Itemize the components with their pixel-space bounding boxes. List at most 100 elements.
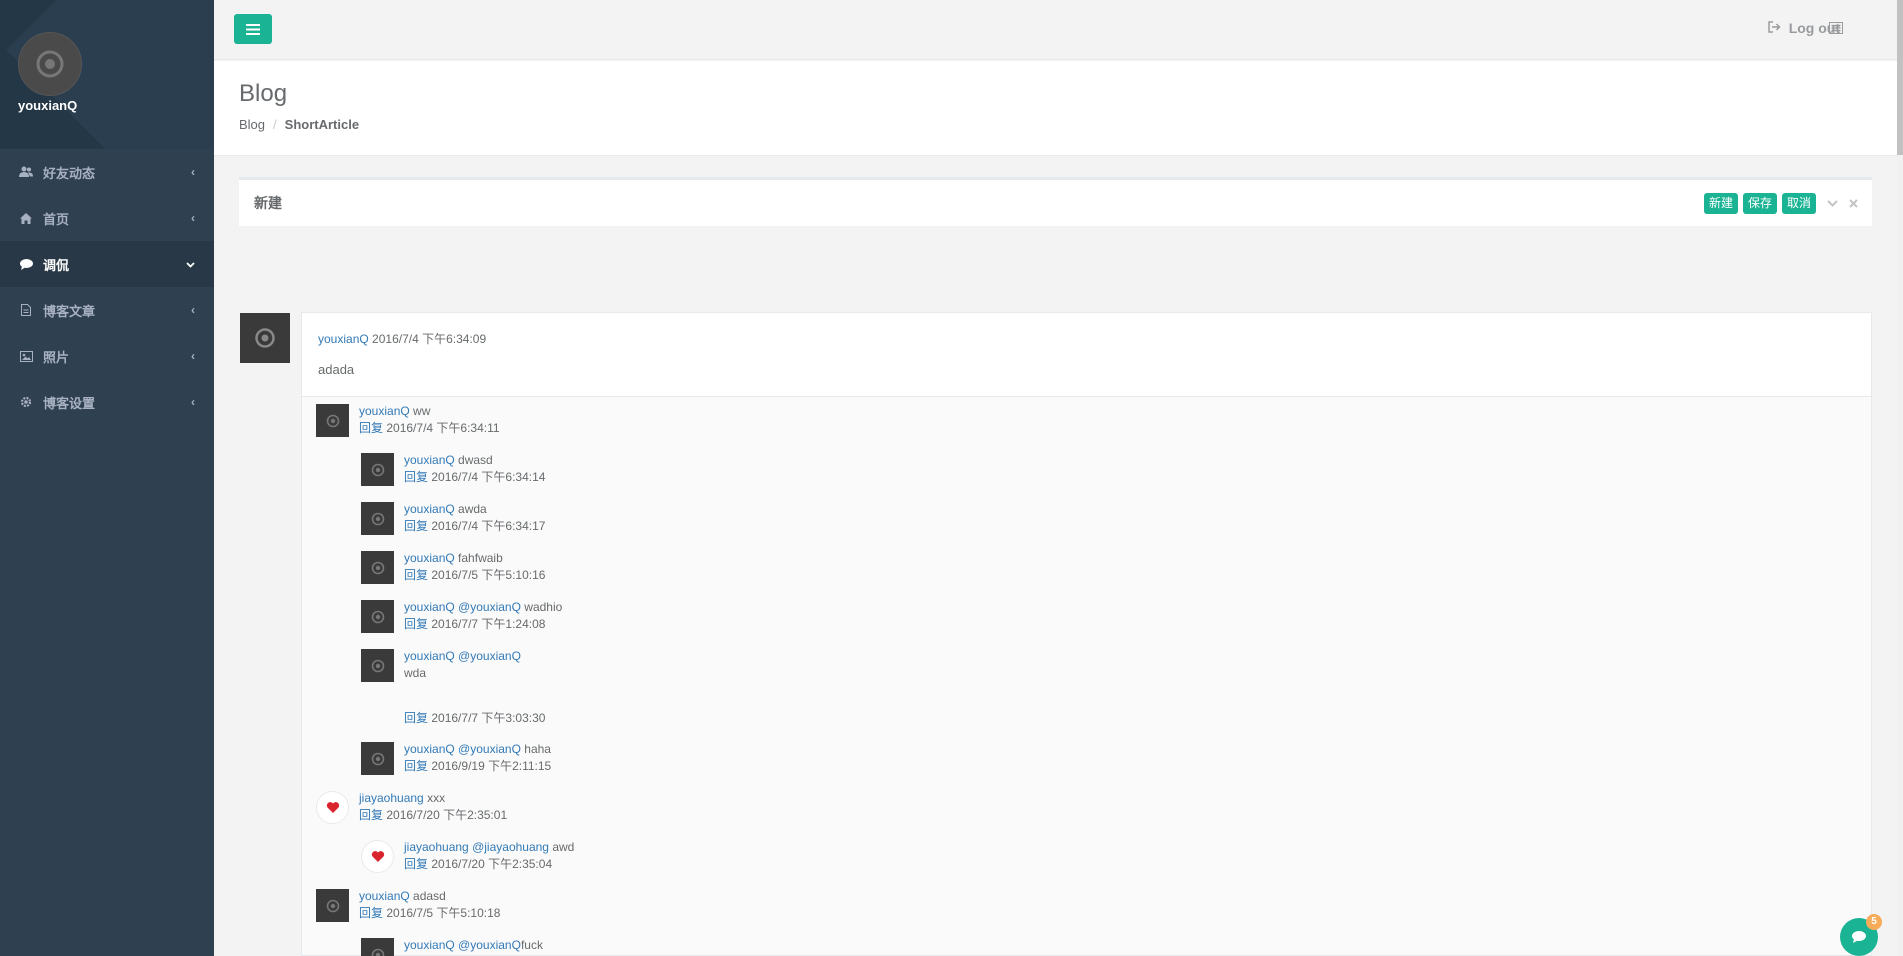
comment-item: jiayaohuang @jiayaohuang awd 回复 2016/7/20… — [404, 839, 574, 873]
comment-date: 2016/7/20 下午2:35:04 — [431, 857, 553, 871]
comment-text: adasd — [413, 889, 446, 903]
comments-icon — [1852, 931, 1866, 943]
comment-item: youxianQ adasd 回复 2016/7/5 下午5:10:18 — [359, 888, 500, 922]
chat-badge: 5 — [1866, 914, 1882, 930]
mention-link[interactable]: @youxianQ — [458, 742, 521, 756]
comment-avatar[interactable] — [316, 404, 349, 437]
chrome-icon — [255, 328, 275, 348]
panel-tools: 新建 保存 取消 — [1703, 193, 1858, 214]
reply-link[interactable]: 回复 — [359, 808, 383, 822]
comment-text: fuck — [520, 938, 543, 952]
heart-icon — [371, 851, 384, 862]
sidebar-item-photos[interactable]: 照片 ‹ — [0, 333, 214, 379]
comment-author-link[interactable]: youxianQ — [404, 600, 455, 614]
comment-author-link[interactable]: youxianQ — [359, 404, 410, 418]
comment-date: 2016/7/20 下午2:35:01 — [386, 808, 508, 822]
comment-author-link[interactable]: youxianQ — [404, 551, 455, 565]
sidebar-item-label: 首页 — [43, 211, 70, 227]
reply-link[interactable]: 回复 — [404, 857, 428, 871]
chrome-icon — [371, 463, 384, 476]
sidebar-item-settings[interactable]: 博客设置 ‹ — [0, 379, 214, 425]
new-post-panel: 新建 新建 保存 取消 — [239, 177, 1872, 226]
breadcrumb-separator: / — [273, 117, 277, 132]
mention-link[interactable]: @youxianQ — [458, 600, 521, 614]
comment-text: wda — [404, 666, 427, 680]
chevron-left-icon: ‹ — [191, 349, 195, 363]
comment-avatar[interactable] — [361, 742, 394, 775]
tasks-icon[interactable] — [1829, 22, 1843, 37]
comment-date: 2016/7/4 下午6:34:14 — [431, 470, 546, 484]
chevron-down-icon[interactable] — [1827, 200, 1838, 207]
mention-link[interactable]: @youxianQ — [458, 938, 521, 952]
post-avatar[interactable] — [240, 313, 290, 363]
comment-item: youxianQ dwasd 回复 2016/7/4 下午6:34:14 — [404, 452, 545, 486]
close-icon[interactable] — [1849, 199, 1858, 208]
comment-item: jiayaohuang xxx 回复 2016/7/20 下午2:35:01 — [359, 790, 507, 824]
comment-author-link[interactable]: youxianQ — [404, 502, 455, 516]
mention-link[interactable]: @jiayaohuang — [472, 840, 549, 854]
comment-avatar[interactable] — [361, 453, 394, 486]
comment-avatar[interactable] — [361, 502, 394, 535]
comment-text: ww — [413, 404, 431, 418]
comment-avatar[interactable] — [361, 840, 394, 873]
top-navbar: Log out — [214, 0, 1903, 60]
chevron-left-icon: ‹ — [191, 165, 195, 179]
breadcrumb-link[interactable]: Blog — [239, 117, 265, 132]
comment-avatar[interactable] — [361, 649, 394, 682]
reply-link[interactable]: 回复 — [404, 617, 428, 631]
chrome-icon — [371, 512, 384, 525]
cancel-button[interactable]: 取消 — [1781, 193, 1816, 214]
comment-text: fahfwaib — [458, 551, 503, 565]
comment-item: youxianQ ww 回复 2016/7/4 下午6:34:11 — [359, 403, 500, 437]
comment-item: youxianQ @youxianQ haha 回复 2016/9/19 下午2:… — [404, 741, 551, 775]
comment-author-link[interactable]: youxianQ — [404, 742, 455, 756]
home-icon — [19, 212, 33, 224]
reply-link[interactable]: 回复 — [359, 906, 383, 920]
comment-date: 2016/7/7 下午1:24:08 — [431, 617, 546, 631]
new-button[interactable]: 新建 — [1703, 193, 1738, 214]
post-author-link[interactable]: youxianQ — [318, 332, 369, 346]
reply-link[interactable]: 回复 — [404, 568, 428, 582]
scrollbar[interactable] — [1897, 0, 1903, 956]
sidebar-item-label: 博客设置 — [43, 395, 96, 411]
comment-author-link[interactable]: jiayaohuang — [359, 791, 424, 805]
comment-avatar[interactable] — [361, 600, 394, 633]
comment-author-link[interactable]: youxianQ — [404, 938, 455, 952]
sidebar-item-label: 好友动态 — [43, 165, 96, 181]
sidebar-item-tease[interactable]: 调侃 — [0, 241, 214, 287]
comment-avatar[interactable] — [361, 938, 394, 956]
chevron-left-icon: ‹ — [191, 395, 195, 409]
profile-name[interactable]: youxianQ — [18, 98, 77, 113]
reply-link[interactable]: 回复 — [404, 470, 428, 484]
reply-link[interactable]: 回复 — [359, 421, 383, 435]
comment-text: haha — [524, 742, 551, 756]
save-button[interactable]: 保存 — [1742, 193, 1777, 214]
sidebar-item-label: 调侃 — [43, 257, 70, 273]
scrollbar-thumb[interactable] — [1897, 0, 1903, 155]
menu-toggle-button[interactable] — [234, 14, 272, 44]
sidebar-item-articles[interactable]: 博客文章 ‹ — [0, 287, 214, 333]
comment-author-link[interactable]: youxianQ — [404, 649, 455, 663]
sidebar-item-label: 博客文章 — [43, 303, 96, 319]
comment-author-link[interactable]: jiayaohuang — [404, 840, 469, 854]
chrome-icon — [326, 414, 339, 427]
reply-link[interactable]: 回复 — [404, 759, 428, 773]
comment-author-link[interactable]: youxianQ — [359, 889, 410, 903]
panel-title: 新建 — [254, 195, 282, 211]
comment-avatar[interactable] — [361, 551, 394, 584]
comment-text: xxx — [427, 791, 446, 805]
comment-item: youxianQ @youxianQ wda 回复 2016/7/7 下午3:03:… — [404, 648, 545, 727]
comment-avatar[interactable] — [316, 889, 349, 922]
sidebar-item-label: 照片 — [43, 349, 70, 365]
profile-header: youxianQ — [0, 0, 214, 149]
mention-link[interactable]: @youxianQ — [458, 649, 521, 663]
reply-link[interactable]: 回复 — [404, 519, 428, 533]
sidebar-item-friends[interactable]: 好友动态 ‹ — [0, 149, 214, 195]
avatar[interactable] — [18, 32, 82, 96]
comment-icon — [19, 258, 33, 270]
comment-author-link[interactable]: youxianQ — [404, 453, 455, 467]
comment-avatar[interactable] — [316, 791, 349, 824]
comment-date: 2016/7/7 下午3:03:30 — [431, 711, 546, 725]
sidebar-item-home[interactable]: 首页 ‹ — [0, 195, 214, 241]
reply-link[interactable]: 回复 — [404, 711, 428, 725]
